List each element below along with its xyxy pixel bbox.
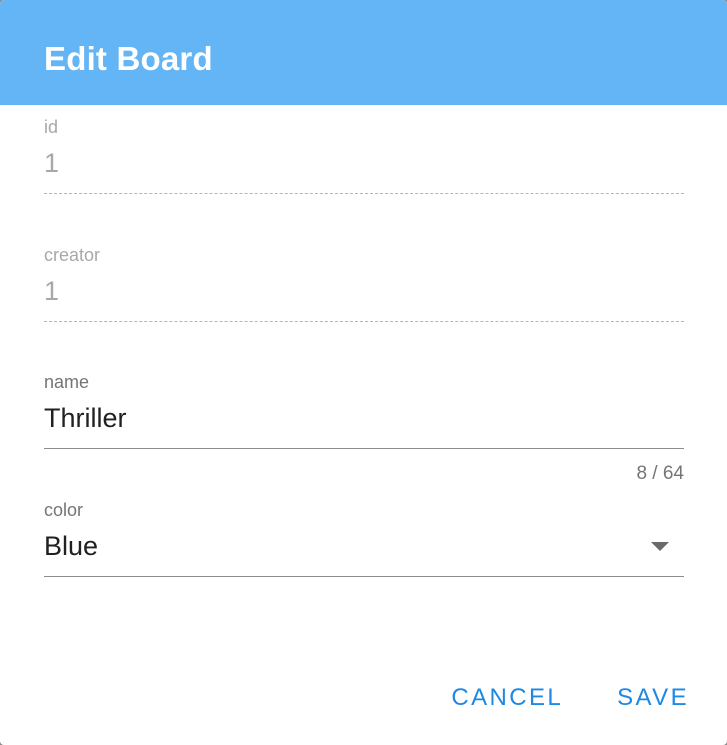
color-field-label: color [44, 500, 84, 520]
dialog-title: Edit Board [44, 40, 213, 77]
edit-board-dialog: Edit Board id 1 creator 1 name Thriller … [0, 0, 727, 745]
cancel-button[interactable]: CANCEL [451, 678, 563, 718]
save-button[interactable]: SAVE [617, 678, 689, 718]
color-select[interactable]: color Blue [44, 499, 684, 579]
name-input[interactable]: Thriller [44, 401, 127, 435]
creator-field-label: creator [44, 245, 101, 265]
dialog-actions: CANCEL SAVE [451, 678, 689, 718]
name-char-counter: 8 / 64 [636, 463, 684, 484]
creator-field-underline [44, 321, 684, 322]
id-field-label: id [44, 117, 59, 137]
name-field-label: name [44, 372, 90, 392]
creator-field-value: 1 [44, 276, 60, 306]
arrow-drop-down-icon[interactable] [651, 542, 669, 551]
name-field[interactable]: name Thriller 8 / 64 [44, 371, 684, 486]
id-field: id 1 [44, 116, 684, 196]
id-field-value: 1 [44, 148, 60, 178]
id-field-underline [44, 193, 684, 194]
color-field-underline [44, 576, 684, 577]
creator-field: creator 1 [44, 244, 684, 324]
color-select-value[interactable]: Blue [44, 529, 98, 563]
name-field-underline [44, 448, 684, 449]
dialog-header: Edit Board [0, 0, 727, 105]
